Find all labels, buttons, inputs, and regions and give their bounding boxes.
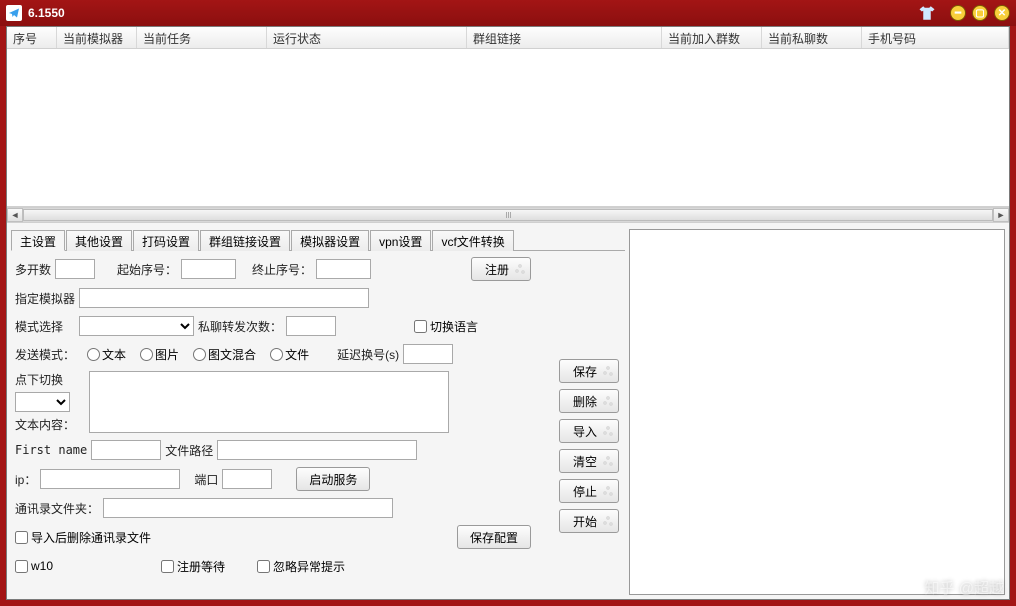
delete-button[interactable]: 删除 — [559, 389, 619, 413]
end-seq-input[interactable] — [316, 259, 371, 279]
start-seq-input[interactable] — [181, 259, 236, 279]
multi-open-input[interactable] — [55, 259, 95, 279]
minimize-button[interactable]: ━ — [950, 5, 966, 21]
col-seq[interactable]: 序号 — [7, 27, 57, 48]
register-button[interactable]: 注册 — [471, 257, 531, 281]
import-button[interactable]: 导入 — [559, 419, 619, 443]
tab-captcha[interactable]: 打码设置 — [133, 230, 199, 251]
col-group-count[interactable]: 当前加入群数 — [662, 27, 762, 48]
file-path-input[interactable] — [217, 440, 417, 460]
col-pm-count[interactable]: 当前私聊数 — [762, 27, 862, 48]
contacts-folder-label: 通讯录文件夹： — [15, 500, 99, 517]
tab-main[interactable]: 主设置 — [11, 230, 65, 251]
shirt-icon[interactable] — [918, 4, 936, 22]
side-button-column: 保存 删除 导入 清空 停止 开始 — [559, 359, 619, 533]
port-label: 端口 — [194, 471, 218, 488]
send-mode-mixed[interactable]: 图文混合 — [193, 346, 256, 363]
app-window: 6.1550 ━ ▢ ✕ 序号 当前模拟器 当前任务 运行状态 群组链接 当前加… — [0, 0, 1016, 606]
mode-select-label: 模式选择 — [15, 318, 63, 335]
delay-input[interactable] — [403, 344, 453, 364]
tab-strip: 主设置 其他设置 打码设置 群组链接设置 模拟器设置 vpn设置 vcf文件转换 — [11, 229, 625, 251]
col-task[interactable]: 当前任务 — [137, 27, 267, 48]
mode-select-dropdown[interactable] — [79, 316, 194, 336]
send-mode-text[interactable]: 文本 — [87, 346, 126, 363]
file-path-label: 文件路径 — [165, 442, 213, 459]
click-switch-label: 点下切换 — [15, 371, 85, 388]
grid-header: 序号 当前模拟器 当前任务 运行状态 群组链接 当前加入群数 当前私聊数 手机号… — [7, 27, 1009, 49]
switch-lang-checkbox[interactable]: 切换语言 — [414, 318, 478, 335]
first-name-input[interactable] — [91, 440, 161, 460]
window-controls: ━ ▢ ✕ — [918, 4, 1010, 22]
scroll-thumb[interactable] — [23, 209, 993, 221]
main-settings-form: 多开数 起始序号： 终止序号： 注册 指定模拟器 — [11, 251, 625, 595]
stop-button[interactable]: 停止 — [559, 479, 619, 503]
grid-body[interactable] — [7, 49, 1009, 207]
send-mode-file[interactable]: 文件 — [270, 346, 309, 363]
col-emulator[interactable]: 当前模拟器 — [57, 27, 137, 48]
delay-label: 延迟换号(s) — [337, 346, 399, 363]
start-seq-label: 起始序号： — [117, 261, 177, 278]
multi-open-label: 多开数 — [15, 261, 51, 278]
first-name-label: First name — [15, 443, 87, 457]
app-icon — [6, 5, 22, 21]
pm-forward-input[interactable] — [286, 316, 336, 336]
maximize-button[interactable]: ▢ — [972, 5, 988, 21]
tab-vcf[interactable]: vcf文件转换 — [432, 230, 513, 251]
scroll-left-arrow[interactable]: ◄ — [7, 208, 23, 222]
tab-group-link[interactable]: 群组链接设置 — [200, 230, 290, 251]
start-service-button[interactable]: 启动服务 — [296, 467, 370, 491]
col-phone[interactable]: 手机号码 — [862, 27, 1009, 48]
horizontal-scrollbar[interactable]: ◄ ► — [7, 207, 1009, 223]
tab-emulator[interactable]: 模拟器设置 — [291, 230, 369, 251]
tab-vpn[interactable]: vpn设置 — [370, 230, 431, 251]
ignore-exception-checkbox[interactable]: 忽略异常提示 — [257, 558, 345, 575]
port-input[interactable] — [222, 469, 272, 489]
settings-pane: 主设置 其他设置 打码设置 群组链接设置 模拟器设置 vpn设置 vcf文件转换… — [7, 225, 629, 599]
text-content-textarea[interactable] — [89, 371, 449, 433]
tab-other[interactable]: 其他设置 — [66, 230, 132, 251]
col-group-link[interactable]: 群组链接 — [467, 27, 662, 48]
client-area: 序号 当前模拟器 当前任务 运行状态 群组链接 当前加入群数 当前私聊数 手机号… — [6, 26, 1010, 600]
save-config-button[interactable]: 保存配置 — [457, 525, 531, 549]
send-mode-image[interactable]: 图片 — [140, 346, 179, 363]
data-grid: 序号 当前模拟器 当前任务 运行状态 群组链接 当前加入群数 当前私聊数 手机号… — [7, 27, 1009, 207]
reg-wait-checkbox[interactable]: 注册等待 — [161, 558, 225, 575]
text-content-label: 文本内容： — [15, 416, 85, 433]
pm-forward-label: 私聊转发次数： — [198, 318, 282, 335]
contacts-folder-input[interactable] — [103, 498, 393, 518]
window-title: 6.1550 — [28, 6, 918, 20]
save-button[interactable]: 保存 — [559, 359, 619, 383]
ip-label: ip： — [15, 471, 36, 488]
ip-input[interactable] — [40, 469, 180, 489]
assign-emu-label: 指定模拟器 — [15, 290, 75, 307]
close-button[interactable]: ✕ — [994, 5, 1010, 21]
clear-button[interactable]: 清空 — [559, 449, 619, 473]
w10-checkbox[interactable]: w10 — [15, 559, 53, 573]
col-status[interactable]: 运行状态 — [267, 27, 467, 48]
lower-area: 主设置 其他设置 打码设置 群组链接设置 模拟器设置 vpn设置 vcf文件转换… — [7, 225, 1009, 599]
titlebar[interactable]: 6.1550 ━ ▢ ✕ — [0, 0, 1016, 26]
scroll-right-arrow[interactable]: ► — [993, 208, 1009, 222]
end-seq-label: 终止序号： — [252, 261, 312, 278]
assign-emu-input[interactable] — [79, 288, 369, 308]
send-mode-label: 发送模式： — [15, 346, 75, 363]
delete-contacts-checkbox[interactable]: 导入后删除通讯录文件 — [15, 529, 151, 546]
log-panel[interactable] — [629, 229, 1005, 595]
scroll-track[interactable] — [23, 208, 993, 222]
click-switch-select[interactable] — [15, 392, 70, 412]
start-button[interactable]: 开始 — [559, 509, 619, 533]
